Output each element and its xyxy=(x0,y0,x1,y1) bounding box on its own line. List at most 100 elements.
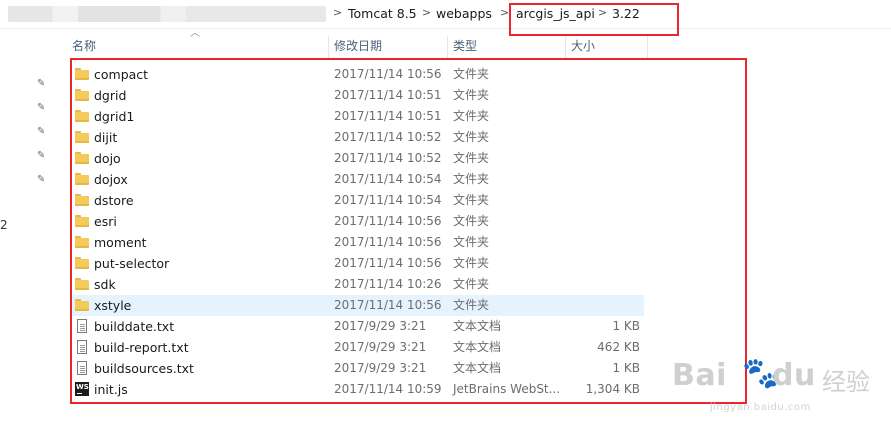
breadcrumb-separator: > xyxy=(333,6,343,19)
file-row[interactable]: dgrid1 2017/11/14 10:51 文件夹 xyxy=(70,106,644,127)
file-modified: 2017/11/14 10:56 xyxy=(334,214,442,228)
breadcrumb-item-version[interactable]: 3.22 xyxy=(612,6,640,21)
folder-icon xyxy=(75,131,89,143)
folder-icon xyxy=(75,152,89,164)
file-row[interactable]: compact 2017/11/14 10:56 文件夹 xyxy=(70,64,644,85)
text-file-icon xyxy=(77,319,87,333)
file-row[interactable]: dgrid 2017/11/14 10:51 文件夹 xyxy=(70,85,644,106)
pin-icon[interactable]: ✎ xyxy=(37,150,49,162)
watermark-cn: 经验 xyxy=(822,368,870,396)
breadcrumb-item-arcgis-js-api[interactable]: arcgis_js_api xyxy=(516,6,595,21)
file-size: 1,304 KB xyxy=(585,382,640,396)
file-type: 文件夹 xyxy=(453,67,490,81)
file-name: dgrid xyxy=(94,88,127,103)
column-header-modified[interactable]: 修改日期 xyxy=(328,34,447,58)
file-type: 文本文档 xyxy=(453,340,502,354)
folder-icon xyxy=(75,299,89,311)
file-size: 462 KB xyxy=(597,340,640,354)
blurred-path-segment xyxy=(8,6,326,22)
file-modified: 2017/11/14 10:56 xyxy=(334,256,442,270)
file-row[interactable]: dojox 2017/11/14 10:54 文件夹 xyxy=(70,169,644,190)
breadcrumb-separator: > xyxy=(598,6,608,19)
file-name: builddate.txt xyxy=(94,319,175,334)
file-size: 1 KB xyxy=(612,319,640,333)
file-modified: 2017/11/14 10:52 xyxy=(334,130,442,144)
pin-icon[interactable]: ✎ xyxy=(37,126,49,138)
sidebar-number: 2 xyxy=(0,218,8,232)
file-type: JetBrains WebSt... xyxy=(453,382,561,396)
file-row[interactable]: esri 2017/11/14 10:56 文件夹 xyxy=(70,211,644,232)
column-header-size[interactable]: 大小 xyxy=(565,34,647,58)
file-name: put-selector xyxy=(94,256,170,271)
file-row[interactable]: sdk 2017/11/14 10:26 文件夹 xyxy=(70,274,644,295)
folder-icon xyxy=(75,257,89,269)
file-modified: 2017/11/14 10:54 xyxy=(334,193,442,207)
folder-icon xyxy=(75,215,89,227)
file-type: 文件夹 xyxy=(453,151,490,165)
file-type: 文件夹 xyxy=(453,172,490,186)
file-name: dgrid1 xyxy=(94,109,135,124)
file-modified: 2017/11/14 10:54 xyxy=(334,172,442,186)
baidu-jingyan-watermark: Bai 🐾 du 经验 jingyan.baidu.com xyxy=(672,352,882,422)
file-modified: 2017/11/14 10:56 xyxy=(334,235,442,249)
folder-icon xyxy=(75,236,89,248)
folder-icon xyxy=(75,110,89,122)
pin-icon[interactable]: ✎ xyxy=(37,78,49,90)
file-type: 文件夹 xyxy=(453,130,490,144)
breadcrumb-item-tomcat[interactable]: Tomcat 8.5 xyxy=(348,6,417,21)
file-name: dojo xyxy=(94,151,121,166)
file-type: 文本文档 xyxy=(453,319,502,333)
file-type: 文件夹 xyxy=(453,256,490,270)
file-modified: 2017/11/14 10:52 xyxy=(334,151,442,165)
text-file-icon xyxy=(77,361,87,375)
address-bar[interactable]: > Tomcat 8.5 > webapps > arcgis_js_api >… xyxy=(0,0,891,29)
file-type: 文件夹 xyxy=(453,109,490,123)
file-name: buildsources.txt xyxy=(94,361,194,376)
breadcrumb-item-webapps[interactable]: webapps xyxy=(436,6,492,21)
file-modified: 2017/11/14 10:56 xyxy=(334,67,442,81)
watermark-brand: Bai xyxy=(672,358,727,393)
column-divider[interactable] xyxy=(647,36,648,58)
folder-icon xyxy=(75,173,89,185)
file-type: 文件夹 xyxy=(453,193,490,207)
file-name: dstore xyxy=(94,193,134,208)
file-modified: 2017/9/29 3:21 xyxy=(334,340,427,354)
file-row[interactable]: dojo 2017/11/14 10:52 文件夹 xyxy=(70,148,644,169)
folder-icon xyxy=(75,89,89,101)
pin-icon[interactable]: ✎ xyxy=(37,102,49,114)
breadcrumb-separator: > xyxy=(500,6,510,19)
text-file-icon xyxy=(77,340,87,354)
file-name: sdk xyxy=(94,277,116,292)
column-header-row: 名称 修改日期 类型 大小 xyxy=(66,34,648,58)
breadcrumb-separator: > xyxy=(422,6,432,19)
file-row[interactable]: buildsources.txt 2017/9/29 3:21 文本文档 1 KB xyxy=(70,358,644,379)
folder-icon xyxy=(75,68,89,80)
folder-icon xyxy=(75,278,89,290)
file-row[interactable]: moment 2017/11/14 10:56 文件夹 xyxy=(70,232,644,253)
file-row[interactable]: builddate.txt 2017/9/29 3:21 文本文档 1 KB xyxy=(70,316,644,337)
sort-ascending-icon: ︿ xyxy=(190,28,200,39)
file-type: 文件夹 xyxy=(453,277,490,291)
file-size: 1 KB xyxy=(612,361,640,375)
file-row[interactable]: put-selector 2017/11/14 10:56 文件夹 xyxy=(70,253,644,274)
file-row[interactable]: build-report.txt 2017/9/29 3:21 文本文档 462 KB xyxy=(70,337,644,358)
file-type: 文件夹 xyxy=(453,235,490,249)
file-modified: 2017/11/14 10:59 xyxy=(334,382,442,396)
file-row[interactable]: WS init.js 2017/11/14 10:59 JetBrains WebSt… xyxy=(70,379,644,400)
watermark-brand-tail: du xyxy=(772,358,816,393)
column-header-type[interactable]: 类型 xyxy=(447,34,565,58)
file-name: xstyle xyxy=(94,298,132,313)
watermark-url: jingyan.baidu.com xyxy=(710,402,811,413)
file-row[interactable]: dijit 2017/11/14 10:52 文件夹 xyxy=(70,127,644,148)
pin-icon[interactable]: ✎ xyxy=(37,174,49,186)
file-modified: 2017/11/14 10:51 xyxy=(334,109,442,123)
file-modified: 2017/11/14 10:51 xyxy=(334,88,442,102)
file-row[interactable]: xstyle 2017/11/14 10:56 文件夹 xyxy=(70,295,644,316)
file-type: 文本文档 xyxy=(453,361,502,375)
file-name: moment xyxy=(94,235,147,250)
file-name: build-report.txt xyxy=(94,340,189,355)
file-name: compact xyxy=(94,67,149,82)
file-type: 文件夹 xyxy=(453,298,490,312)
file-modified: 2017/11/14 10:56 xyxy=(334,298,442,312)
file-row[interactable]: dstore 2017/11/14 10:54 文件夹 xyxy=(70,190,644,211)
